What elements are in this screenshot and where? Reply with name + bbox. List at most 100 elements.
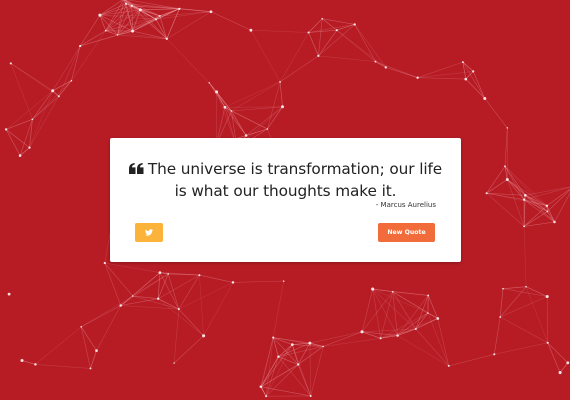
network-dot <box>28 146 31 149</box>
network-dot <box>461 61 464 64</box>
network-dot <box>427 294 430 297</box>
network-dot <box>335 29 338 32</box>
network-dot <box>379 337 382 340</box>
network-line <box>318 18 323 56</box>
network-line <box>132 272 161 297</box>
network-line <box>415 328 450 367</box>
network-dot <box>309 394 312 398</box>
network-line <box>32 80 72 120</box>
network-line <box>250 29 309 33</box>
network-line <box>504 166 548 212</box>
network-line <box>199 274 234 283</box>
network-dot <box>504 165 506 168</box>
network-dot <box>138 8 142 12</box>
network-line <box>297 364 311 397</box>
network-dot <box>131 29 135 33</box>
network-dot <box>215 90 219 94</box>
network-line <box>322 18 337 31</box>
network-line <box>504 127 508 167</box>
network-dot <box>384 66 387 69</box>
network-line <box>427 295 439 319</box>
network-line <box>375 61 386 68</box>
network-line <box>104 262 121 306</box>
network-line <box>21 360 36 365</box>
network-line <box>361 289 373 332</box>
network-dot <box>51 89 55 93</box>
network-line <box>159 272 200 276</box>
network-line <box>554 192 570 223</box>
tweet-button[interactable] <box>135 223 163 242</box>
network-dot <box>103 261 106 265</box>
network-line <box>250 30 281 83</box>
network-dot <box>472 70 475 73</box>
network-line <box>224 107 247 136</box>
network-line <box>273 337 310 344</box>
network-line <box>52 45 81 91</box>
network-dot <box>360 330 364 334</box>
network-dot <box>502 287 504 290</box>
network-dot <box>545 294 549 299</box>
network-dot <box>297 363 300 366</box>
network-dot <box>89 367 92 370</box>
network-line <box>279 81 283 107</box>
network-dot <box>158 271 162 274</box>
network-line <box>484 98 508 129</box>
quote-text-block: The universe is transformation; our life… <box>124 158 447 202</box>
network-line <box>397 335 449 367</box>
network-dot <box>279 81 281 83</box>
network-line <box>261 364 299 388</box>
network-line <box>547 342 569 364</box>
network-line <box>279 55 319 83</box>
network-dot <box>523 225 526 228</box>
network-dot <box>70 79 73 82</box>
network-line <box>231 81 281 112</box>
network-dot <box>522 198 526 201</box>
network-line <box>523 199 548 212</box>
new-quote-button[interactable]: New Quote <box>378 223 435 242</box>
network-dot <box>322 345 325 348</box>
network-dot <box>165 37 168 40</box>
network-line <box>80 326 91 369</box>
network-dot <box>98 13 102 17</box>
network-line <box>486 166 506 194</box>
network-dot <box>249 28 253 32</box>
network-line <box>71 30 106 81</box>
network-dot <box>79 44 82 48</box>
network-dot <box>546 210 549 213</box>
network-dot <box>173 362 175 364</box>
network-dot <box>167 273 170 275</box>
network-line <box>203 282 234 336</box>
network-line <box>354 24 376 62</box>
network-dot <box>230 110 233 112</box>
quote-card: The universe is transformation; our life… <box>110 138 461 262</box>
network-line <box>448 354 495 367</box>
network-line <box>372 288 429 296</box>
network-line <box>261 386 267 397</box>
network-line <box>465 78 486 99</box>
network-dot <box>277 355 280 358</box>
network-dot <box>280 105 285 109</box>
network-line <box>99 0 123 16</box>
network-dot <box>499 316 502 318</box>
network-line <box>80 30 106 47</box>
network-line <box>500 316 548 344</box>
network-line <box>499 288 504 318</box>
network-line <box>486 179 508 194</box>
network-dot <box>178 7 181 10</box>
network-line <box>486 192 525 227</box>
network-line <box>494 342 548 355</box>
network-line <box>427 312 438 319</box>
network-dot <box>391 290 394 293</box>
network-dot <box>545 204 549 208</box>
network-dot <box>80 325 83 328</box>
network-line <box>29 96 60 148</box>
network-dot <box>198 274 201 277</box>
network-line <box>502 288 548 297</box>
network-dot <box>265 395 268 398</box>
network-dot <box>95 349 98 352</box>
network-dot <box>371 287 375 291</box>
network-line <box>120 295 133 306</box>
network-dot <box>566 361 570 365</box>
network-line <box>272 281 284 338</box>
network-line <box>104 262 133 297</box>
